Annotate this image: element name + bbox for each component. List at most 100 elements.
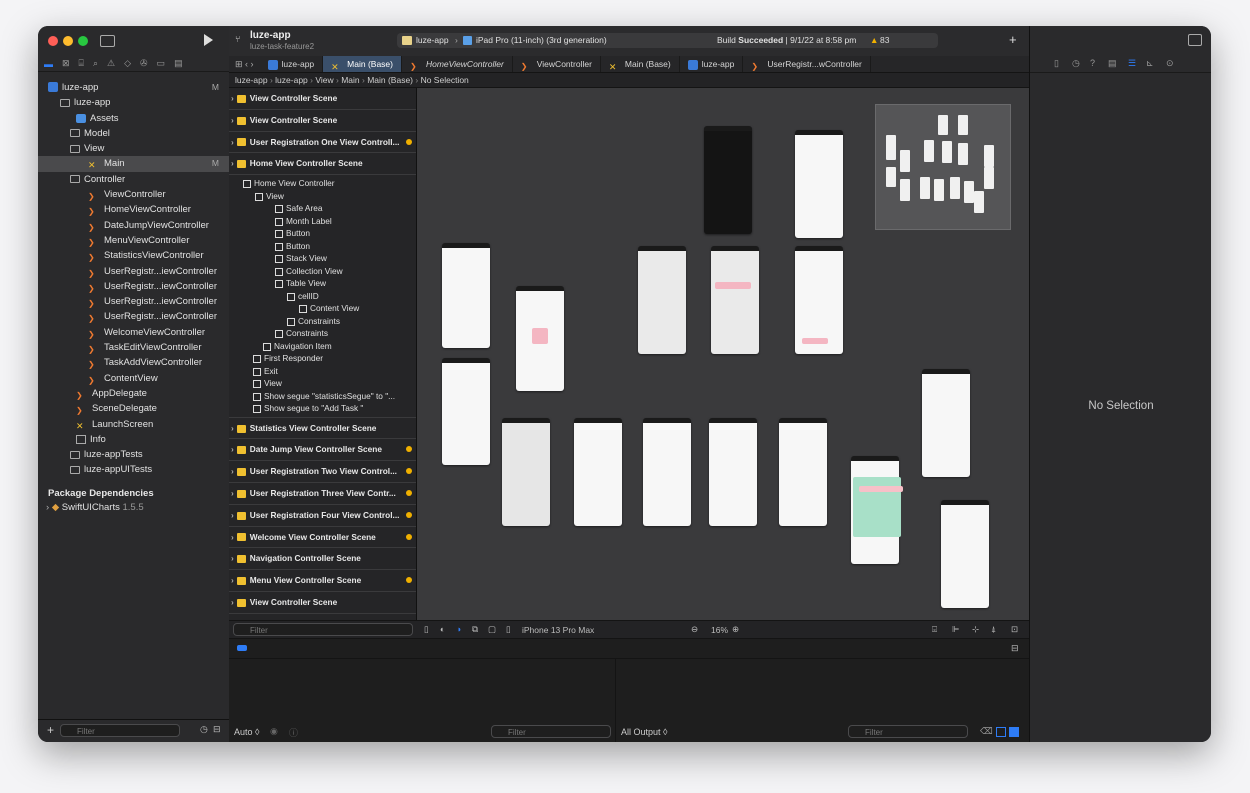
- file-tree-item[interactable]: ❯ ViewController: [38, 187, 229, 202]
- disclosure-icon[interactable]: ›: [231, 466, 234, 476]
- grid-icon[interactable]: ⊞ ‹ ›: [229, 56, 260, 72]
- close-button[interactable]: [48, 36, 58, 46]
- disclosure-icon[interactable]: ›: [231, 158, 234, 168]
- file-tree-item[interactable]: ❯ UserRegistr...iewController: [38, 309, 229, 324]
- outline-scene[interactable]: › View Controller Scene: [229, 88, 416, 110]
- outline-item[interactable]: Show segue to "Add Task ": [229, 402, 416, 415]
- outline-scene[interactable]: › Date Jump View Controller Scene: [229, 439, 416, 462]
- editor-tab[interactable]: ❯ UserRegistr...wController: [743, 56, 871, 72]
- variables-view[interactable]: Auto ◊ ◉ ⓘ Filter: [229, 658, 616, 742]
- jump-bar-item[interactable]: Main (Base): [367, 75, 413, 85]
- outline-item[interactable]: Table View: [229, 277, 416, 290]
- scene-preview[interactable]: [704, 126, 752, 234]
- debug-icon[interactable]: ✇: [140, 58, 148, 69]
- outline-item[interactable]: Exit: [229, 365, 416, 378]
- layout-icon[interactable]: ▢: [488, 624, 496, 635]
- scene-preview[interactable]: [941, 500, 989, 608]
- editor-tab[interactable]: luze-app: [260, 56, 324, 72]
- file-tree-item[interactable]: Controller: [38, 172, 229, 187]
- update-frames-icon[interactable]: ⌻: [932, 624, 937, 635]
- storyboard-canvas[interactable]: [417, 88, 1029, 620]
- file-tree-item[interactable]: luze-app: [38, 95, 229, 110]
- outline-item[interactable]: First Responder: [229, 352, 416, 365]
- outline-scene[interactable]: › View Controller Scene: [229, 592, 416, 614]
- disclosure-icon[interactable]: ›: [231, 553, 234, 563]
- zoom-button[interactable]: [78, 36, 88, 46]
- warning-count[interactable]: 83: [880, 33, 889, 48]
- file-tree-item[interactable]: ❯ DateJumpViewController: [38, 218, 229, 233]
- orientation-icon[interactable]: ⧉: [472, 624, 478, 635]
- canvas-minimap[interactable]: [875, 104, 1011, 230]
- info-icon[interactable]: ⓘ: [289, 726, 298, 739]
- zoom-out-icon[interactable]: ⊖: [691, 624, 698, 635]
- outline-scene[interactable]: › Welcome View Controller Scene: [229, 527, 416, 549]
- disclosure-icon[interactable]: ›: [46, 502, 49, 513]
- filter-options-icon[interactable]: ⊟: [213, 724, 221, 735]
- outline-item[interactable]: View: [229, 377, 416, 390]
- warning-icon[interactable]: ▲: [870, 33, 878, 48]
- scene-preview[interactable]: [442, 243, 490, 348]
- outline-scene[interactable]: › User Registration One View Controll...: [229, 132, 416, 154]
- disclosure-icon[interactable]: ›: [231, 423, 234, 433]
- split-right-icon[interactable]: [1009, 727, 1019, 737]
- outline-item[interactable]: cellID: [229, 290, 416, 303]
- disclosure-icon[interactable]: ›: [231, 115, 234, 125]
- scene-preview[interactable]: [779, 418, 827, 526]
- search-icon[interactable]: ⌕: [93, 58, 98, 69]
- run-button[interactable]: [204, 34, 213, 46]
- issue-icon[interactable]: ⚠: [107, 58, 115, 69]
- dark-mode-icon[interactable]: ◑: [456, 624, 461, 634]
- scene-preview[interactable]: [574, 418, 622, 526]
- console-view[interactable]: All Output ◊ Filter ⌫: [616, 658, 1029, 742]
- test-icon[interactable]: ◇: [124, 58, 131, 69]
- editor-tab[interactable]: ✕ Main (Base): [323, 56, 402, 72]
- outline-scene[interactable]: › Statistics View Controller Scene: [229, 418, 416, 440]
- recent-files-icon[interactable]: ◷: [200, 724, 208, 735]
- disclosure-icon[interactable]: ›: [231, 510, 234, 520]
- report-icon[interactable]: ▤: [174, 58, 183, 69]
- scene-preview[interactable]: [502, 418, 550, 526]
- scene-preview[interactable]: [711, 246, 759, 354]
- hierarchy-icon[interactable]: ⌸: [79, 58, 84, 69]
- file-tree-item[interactable]: ❯ MenuViewController: [38, 233, 229, 248]
- editor-tab[interactable]: ❯ HomeViewController: [402, 56, 513, 72]
- file-tree-item[interactable]: ❯ ContentView: [38, 371, 229, 386]
- help-inspector-icon[interactable]: ?: [1090, 58, 1095, 68]
- destination-name[interactable]: iPad Pro (11-inch) (3rd generation): [476, 33, 607, 48]
- editor-tab[interactable]: luze-app: [680, 56, 744, 72]
- eye-icon[interactable]: ◉: [270, 726, 278, 737]
- connections-inspector-icon[interactable]: ⊙: [1166, 58, 1174, 69]
- auto-selector[interactable]: Auto ◊: [234, 727, 259, 737]
- output-selector[interactable]: All Output ◊: [621, 727, 667, 737]
- file-tree-item[interactable]: ❯ UserRegistr...iewController: [38, 294, 229, 309]
- file-tree-item[interactable]: luze-app M: [38, 80, 229, 95]
- outline-item[interactable]: Constraints: [229, 315, 416, 328]
- file-tree-item[interactable]: ❯ SceneDelegate: [38, 401, 229, 416]
- source-control-icon[interactable]: ⊠: [62, 58, 70, 69]
- trash-icon[interactable]: ⌫: [980, 726, 993, 737]
- add-icon[interactable]: +: [47, 723, 54, 737]
- outline-item[interactable]: Button: [229, 240, 416, 253]
- outline-scene[interactable]: › User Registration Three View Contr...: [229, 483, 416, 505]
- navigator-filter[interactable]: Filter: [60, 724, 180, 737]
- hide-debug-icon[interactable]: ⊟: [1011, 643, 1019, 654]
- file-inspector-icon[interactable]: ▯: [1054, 58, 1059, 69]
- outline-item[interactable]: Month Label: [229, 215, 416, 228]
- scene-preview[interactable]: [442, 358, 490, 465]
- file-tree-item[interactable]: luze-appTests: [38, 447, 229, 462]
- outline-item[interactable]: Show segue "statisticsSegue" to "...: [229, 390, 416, 403]
- disclosure-icon[interactable]: ›: [231, 93, 234, 103]
- outline-filter[interactable]: Filter: [233, 623, 413, 636]
- disclosure-icon[interactable]: ›: [231, 575, 234, 585]
- jump-bar[interactable]: luze-app › luze-app › View › Main › Main…: [229, 73, 1029, 88]
- size-inspector-icon[interactable]: ⊾: [1146, 58, 1154, 69]
- outline-scene[interactable]: › View Controller Scene: [229, 110, 416, 132]
- sidebar-toggle-icon[interactable]: [100, 35, 115, 47]
- outline-scene[interactable]: › Menu View Controller Scene: [229, 570, 416, 593]
- outline-item[interactable]: View: [229, 190, 416, 203]
- activity-view[interactable]: luze-app › iPad Pro (11-inch) (3rd gener…: [397, 33, 938, 48]
- pin-icon[interactable]: ⊹: [972, 624, 979, 635]
- file-tree-item[interactable]: luze-appUITests: [38, 462, 229, 477]
- editor-tab[interactable]: ✕ Main (Base): [601, 56, 680, 72]
- resolve-issues-icon[interactable]: ⍋: [991, 624, 996, 635]
